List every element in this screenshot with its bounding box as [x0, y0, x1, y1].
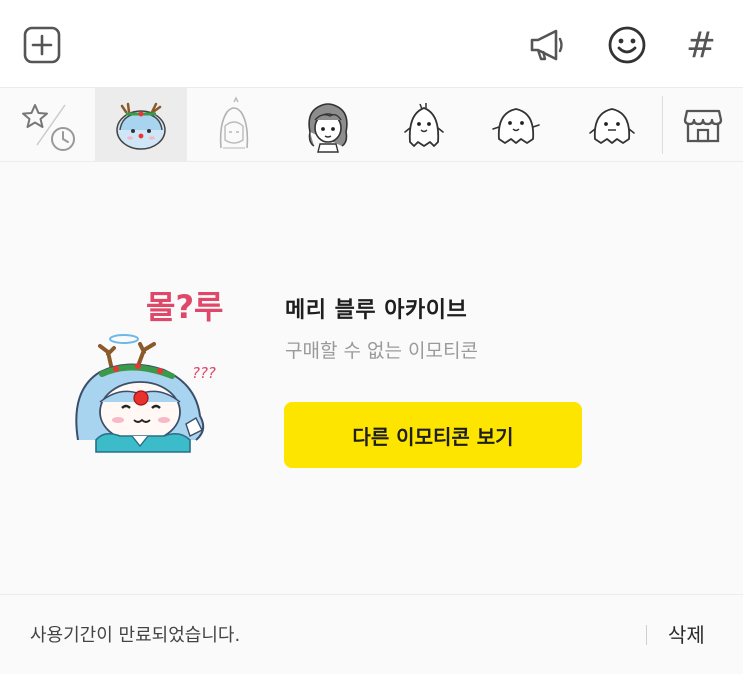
delete-button[interactable]: 삭제: [668, 619, 705, 648]
announcement-button[interactable]: [526, 24, 568, 66]
tab-pack-curly-hair[interactable]: [282, 88, 374, 162]
star-clock-icon: [22, 104, 75, 151]
tab-divider: [662, 96, 663, 154]
emoticon-content-panel: 몰?루 ??? 메리 블루 아카이브 구매할 수 없는 이모티콘 다른 이모티콘…: [0, 162, 743, 594]
sticker-question-marks: ???: [192, 364, 216, 382]
hashtag-button[interactable]: #: [680, 24, 722, 66]
ghost-sticker-thumb: [492, 108, 540, 144]
emoticon-tab-bar: [0, 88, 743, 162]
curly-hair-girl-sticker-thumb: [308, 103, 348, 153]
tab-pack-ghost-3[interactable]: [566, 88, 658, 162]
sketch-girl-sticker-thumb: [219, 96, 249, 149]
tab-pack-ghost-1[interactable]: [378, 88, 470, 162]
megaphone-icon: [530, 29, 563, 61]
sticker-caption: 몰?루: [146, 290, 223, 326]
view-other-emoticons-button[interactable]: 다른 이모티콘 보기: [284, 402, 582, 468]
pack-unavailable-note: 구매할 수 없는 이모티콘: [285, 340, 478, 362]
expiry-message: 사용기간이 만료되었습니다.: [30, 625, 241, 646]
expiry-footer: 사용기간이 만료되었습니다. 삭제: [0, 594, 743, 674]
reindeer-girl-sticker-thumb: [116, 102, 166, 150]
add-button[interactable]: [22, 25, 62, 65]
tab-merry-blue-archive[interactable]: [95, 88, 187, 162]
footer-divider: [646, 625, 647, 645]
tab-pack-girl-sketch[interactable]: [188, 88, 280, 162]
tab-pack-ghost-2[interactable]: [470, 88, 562, 162]
plus-square-icon: [23, 26, 61, 64]
tab-favorites-recent[interactable]: [2, 88, 94, 162]
ghost-sticker-thumb: [589, 108, 635, 144]
emoticon-shop-icon: [683, 109, 723, 143]
pack-title: 메리 블루 아카이브: [285, 298, 468, 323]
emoticon-button[interactable]: [606, 24, 648, 66]
expired-sticker-preview: 몰?루 ???: [68, 288, 244, 466]
emoticon-shop-button[interactable]: [666, 88, 740, 162]
top-toolbar: #: [0, 0, 743, 88]
ghost-sticker-thumb: [404, 103, 444, 147]
smiley-icon: [608, 26, 646, 64]
hash-icon: #: [685, 24, 717, 66]
